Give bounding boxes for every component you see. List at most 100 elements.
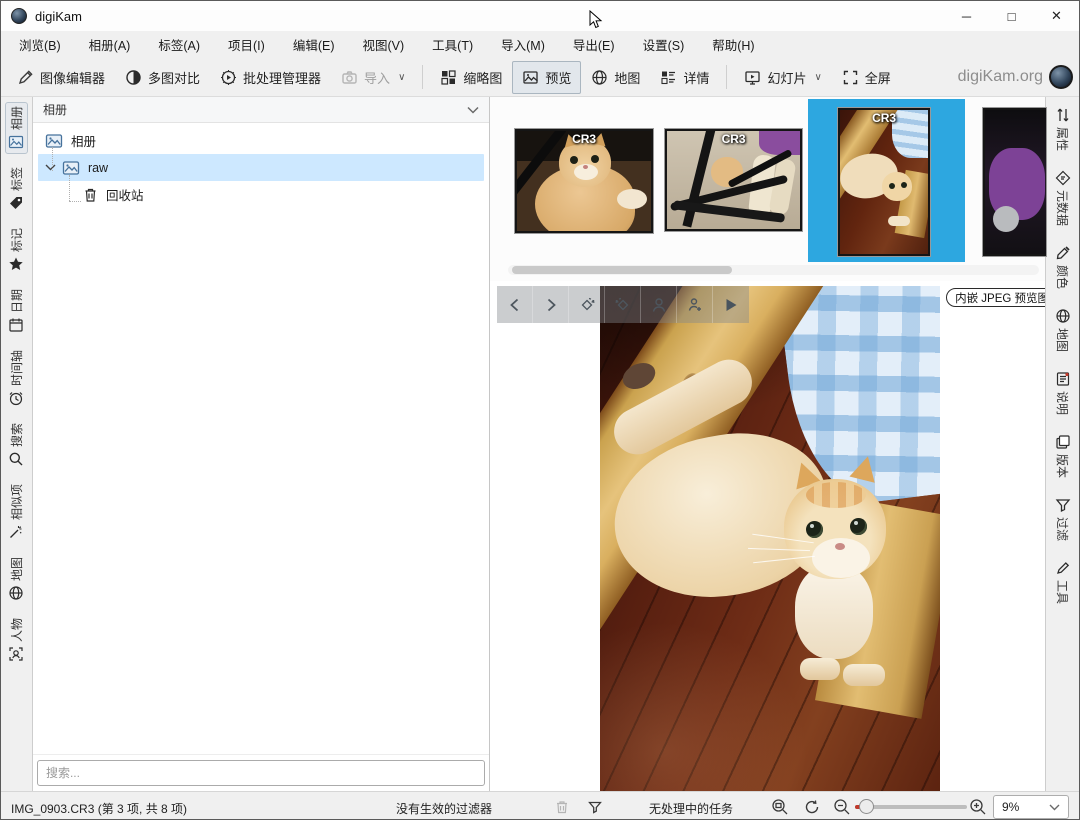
photo-floor-highlight	[600, 611, 820, 791]
tree-row-trash[interactable]: 回收站	[33, 181, 489, 208]
previous-image-button[interactable]	[497, 286, 533, 323]
sidebar-tab-labels[interactable]: 标记	[5, 224, 28, 276]
zoom-level-value: 9%	[1002, 800, 1019, 814]
sidebar-tab-map[interactable]: 地图	[1051, 304, 1074, 356]
thumbnail-scrollbar-thumb[interactable]	[512, 266, 732, 274]
sidebar-tab-albums[interactable]: 相册	[5, 102, 28, 154]
album-panel-header[interactable]: 相册	[33, 97, 489, 123]
embedded-preview-label: 内嵌 JPEG 预览图	[955, 290, 1045, 306]
details-view-button[interactable]: 详情	[650, 61, 719, 94]
menu-tools[interactable]: 工具(T)	[422, 31, 483, 58]
menu-export[interactable]: 导出(E)	[563, 31, 625, 58]
thumbnail-2[interactable]: CR3	[665, 129, 802, 231]
zoom-in-icon[interactable]	[969, 798, 987, 816]
menu-album[interactable]: 相册(A)	[79, 31, 141, 58]
face-icon	[8, 646, 24, 662]
menu-bar: 浏览(B) 相册(A) 标签(A) 项目(I) 编辑(E) 视图(V) 工具(T…	[1, 31, 1079, 58]
image-editor-button[interactable]: 图像编辑器	[7, 61, 115, 94]
thumbnail-1[interactable]: CR3	[515, 129, 653, 233]
zoom-100-refresh-icon[interactable]	[803, 798, 821, 816]
versions-tab-label: 版本	[1054, 454, 1071, 478]
trash-icon	[554, 799, 570, 815]
sidebar-tab-filters[interactable]: 过滤	[1051, 493, 1074, 545]
albums-tab-label: 相册	[8, 106, 25, 130]
window-title: digiKam	[35, 9, 82, 24]
map-view-button[interactable]: 地图	[581, 61, 650, 94]
filter-funnel-icon[interactable]	[587, 799, 603, 815]
sidebar-tab-map[interactable]: 地图	[5, 553, 28, 605]
status-task-info: 无处理中的任务	[649, 800, 733, 817]
note-icon	[1055, 371, 1071, 387]
photo-cat-front-paw	[800, 658, 840, 680]
sidebar-tab-captions[interactable]: 说明	[1051, 367, 1074, 419]
preview-photo[interactable]	[600, 286, 940, 791]
sidebar-tab-similarity[interactable]: 相似项	[5, 480, 28, 544]
preview-pane[interactable]: 内嵌 JPEG 预览图	[490, 281, 1045, 791]
sidebar-tab-metadata[interactable]: 元数据	[1051, 166, 1074, 230]
sidebar-tab-dates[interactable]: 日期	[5, 285, 28, 337]
metadata-tag-icon	[1055, 170, 1071, 186]
tree-row-raw[interactable]: raw	[38, 154, 484, 181]
right-sidebar-tabbar: 属性 元数据 颜色 地图 说明 版本	[1045, 97, 1079, 791]
fullscreen-button[interactable]: 全屏	[832, 61, 901, 94]
thumbnail-3[interactable]: CR3	[838, 108, 930, 256]
thumbnail-strip: CR3 CR3	[490, 97, 1045, 281]
menu-edit[interactable]: 编辑(E)	[283, 31, 345, 58]
thumb1-cat-paw	[617, 189, 647, 209]
collapse-chevron-icon[interactable]	[467, 106, 479, 114]
panel-divider	[33, 754, 489, 755]
menu-help[interactable]: 帮助(H)	[702, 31, 764, 58]
rotate-left-button[interactable]	[569, 286, 605, 323]
thumbnail-3-selection[interactable]: CR3	[808, 99, 965, 262]
toolbar-separator	[422, 65, 423, 89]
sidebar-tab-colors[interactable]: 颜色	[1051, 241, 1074, 293]
add-face-tag-button[interactable]	[677, 286, 713, 323]
menu-tag[interactable]: 标签(A)	[148, 31, 210, 58]
zoom-fit-icon[interactable]	[771, 798, 789, 816]
search-icon	[8, 451, 24, 467]
zoom-level-combobox[interactable]: 9%	[993, 795, 1069, 819]
album-search-input[interactable]	[37, 760, 485, 786]
sidebar-tab-search[interactable]: 搜索	[5, 419, 28, 471]
thumb3-cat-paw	[888, 216, 910, 226]
slideshow-button[interactable]: 幻灯片 ∨	[734, 61, 831, 94]
album-panel-title: 相册	[43, 101, 67, 118]
sidebar-tab-timeline[interactable]: 时间轴	[5, 346, 28, 410]
sidebar-tab-people[interactable]: 人物	[5, 614, 28, 666]
sidebar-tab-tags[interactable]: 标签	[5, 163, 28, 215]
sidebar-tab-versions[interactable]: 版本	[1051, 430, 1074, 482]
sidebar-tab-tools[interactable]: 工具	[1051, 556, 1074, 608]
tree-row-albums-root[interactable]: 相册	[33, 127, 489, 154]
expander-chevron-icon[interactable]	[45, 164, 56, 171]
slideshow-label: 幻灯片	[767, 68, 806, 87]
light-table-button[interactable]: 多图对比	[115, 61, 210, 94]
zoom-slider-handle[interactable]	[859, 799, 874, 814]
title-bar[interactable]: digiKam ─ □ ✕	[1, 1, 1079, 31]
thumbnail-scrollbar-track[interactable]	[508, 265, 1039, 275]
close-button[interactable]: ✕	[1034, 1, 1079, 31]
next-image-button[interactable]	[533, 286, 569, 323]
sidebar-tab-properties[interactable]: 属性	[1051, 103, 1074, 155]
menu-item[interactable]: 项目(I)	[218, 31, 275, 58]
digikam-org-logo-icon	[1049, 65, 1073, 89]
batch-queue-button[interactable]: 批处理管理器	[210, 61, 331, 94]
menu-view[interactable]: 视图(V)	[353, 31, 415, 58]
menu-settings[interactable]: 设置(S)	[633, 31, 695, 58]
camera-icon	[341, 69, 358, 86]
color-dropper-icon	[1055, 245, 1071, 261]
search-tab-label: 搜索	[8, 423, 25, 447]
menu-browse[interactable]: 浏览(B)	[9, 31, 71, 58]
show-face-tags-button[interactable]	[641, 286, 677, 323]
preview-view-button[interactable]: 预览	[512, 61, 581, 94]
slideshow-play-button[interactable]	[713, 286, 749, 323]
albums-icon	[8, 134, 24, 150]
zoom-out-icon[interactable]	[833, 798, 851, 816]
maximize-button[interactable]: □	[989, 1, 1034, 31]
thumbnails-view-button[interactable]: 缩略图	[430, 61, 512, 94]
rotate-right-button[interactable]	[605, 286, 641, 323]
minimize-button[interactable]: ─	[944, 1, 989, 31]
image-icon	[522, 69, 539, 86]
menu-import[interactable]: 导入(M)	[491, 31, 555, 58]
format-badge: CR3	[517, 132, 651, 146]
thumbnail-4-partial[interactable]	[983, 108, 1046, 256]
